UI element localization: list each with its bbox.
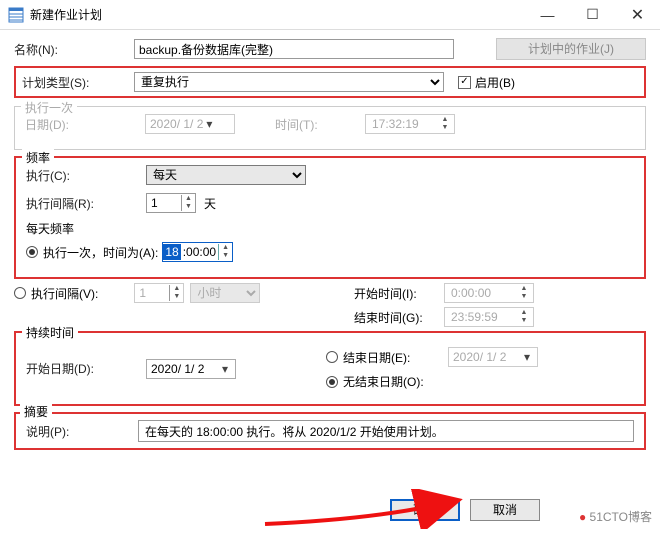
end-date-radio[interactable] xyxy=(326,351,338,363)
cancel-button[interactable]: 取消 xyxy=(470,499,540,521)
end-date-label: 结束日期(E): xyxy=(343,349,438,366)
start-time-label: 开始时间(I): xyxy=(354,285,444,302)
dialog-buttons: 确定 取消 xyxy=(390,499,540,521)
once-time-picker: 17:32:19 ▲▼ xyxy=(365,114,455,134)
end-time-label: 结束时间(G): xyxy=(354,309,444,326)
exec-label: 执行(C): xyxy=(26,167,146,184)
execute-once-group: 执行一次 日期(D): 2020/ 1/ 2▾ 时间(T): 17:32:19 … xyxy=(14,106,646,150)
exec-frequency-select[interactable]: 每天 xyxy=(146,165,306,185)
enable-checkbox[interactable] xyxy=(458,76,471,89)
exec-once-time-input[interactable]: 18:00:00 ▲▼ xyxy=(162,242,233,262)
interval-unit: 天 xyxy=(204,195,216,212)
enable-wrap: 启用(B) xyxy=(458,74,515,91)
plan-type-label: 计划类型(S): xyxy=(22,74,134,91)
no-end-date-label: 无结束日期(O): xyxy=(343,373,424,390)
minimize-button[interactable]: — xyxy=(525,0,570,30)
frequency-group: 频率 执行(C): 每天 执行间隔(R): 1 ▲▼ 天 每天频率 执行一次，时… xyxy=(14,156,646,279)
name-row: 名称(N): 计划中的作业(J) xyxy=(14,38,646,60)
plan-type-row: 计划类型(S): 重复执行 启用(B) xyxy=(14,66,646,98)
once-date-label: 日期(D): xyxy=(25,116,145,133)
once-time-label: 时间(T): xyxy=(275,116,345,133)
titlebar: 新建作业计划 — ☐ ✕ xyxy=(0,0,660,30)
once-date-picker: 2020/ 1/ 2▾ xyxy=(145,114,235,134)
name-label: 名称(N): xyxy=(14,41,134,58)
no-end-date-radio[interactable] xyxy=(326,376,338,388)
summary-group: 摘要 说明(P): 在每天的 18:00:00 执行。将从 2020/1/2 开… xyxy=(14,412,646,450)
description-label: 说明(P): xyxy=(26,423,138,440)
jobs-in-plan-button[interactable]: 计划中的作业(J) xyxy=(496,38,646,60)
description-text: 在每天的 18:00:00 执行。将从 2020/1/2 开始使用计划。 xyxy=(138,420,634,442)
end-date-picker: 2020/ 1/ 2▾ xyxy=(448,347,538,367)
window-title: 新建作业计划 xyxy=(30,6,525,23)
frequency-legend: 频率 xyxy=(22,149,54,166)
content-area: 名称(N): 计划中的作业(J) 计划类型(S): 重复执行 启用(B) 执行一… xyxy=(0,30,660,450)
exec-once-label: 执行一次，时间为(A): xyxy=(43,244,158,261)
end-time-input: 23:59:59 ▲▼ xyxy=(444,307,534,327)
exec-once-radio[interactable] xyxy=(26,246,38,258)
duration-legend: 持续时间 xyxy=(22,324,78,341)
exec-interval-radio[interactable] xyxy=(14,287,26,299)
exec-interval-spinner[interactable]: 1 ▲▼ xyxy=(146,193,196,213)
interval-value-spinner: 1 ▲▼ xyxy=(134,283,184,303)
end-time-row: 结束时间(G): 23:59:59 ▲▼ xyxy=(14,307,646,327)
maximize-button[interactable]: ☐ xyxy=(570,0,615,30)
exec-interval-label: 执行间隔(R): xyxy=(26,195,146,212)
daily-frequency-header: 每天频率 xyxy=(26,220,634,237)
interval-radio-row: 执行间隔(V): 1 ▲▼ 小时 开始时间(I): 0:00:00 ▲▼ xyxy=(14,283,646,303)
ok-button[interactable]: 确定 xyxy=(390,499,460,521)
duration-group: 持续时间 开始日期(D): 2020/ 1/ 2▾ 结束日期(E): 2020/… xyxy=(14,331,646,406)
start-date-label: 开始日期(D): xyxy=(26,360,146,377)
start-date-picker[interactable]: 2020/ 1/ 2▾ xyxy=(146,359,236,379)
enable-label: 启用(B) xyxy=(475,74,515,91)
close-button[interactable]: ✕ xyxy=(615,0,660,30)
name-input[interactable] xyxy=(134,39,454,59)
interval-unit-select: 小时 xyxy=(190,283,260,303)
execute-once-legend: 执行一次 xyxy=(21,99,77,116)
watermark: ● 51CTO博客 xyxy=(579,508,652,525)
plan-type-select[interactable]: 重复执行 xyxy=(134,72,444,92)
exec-interval-radio-label: 执行间隔(V): xyxy=(31,285,98,302)
app-icon xyxy=(8,7,24,23)
summary-legend: 摘要 xyxy=(20,403,52,420)
start-time-input: 0:00:00 ▲▼ xyxy=(444,283,534,303)
